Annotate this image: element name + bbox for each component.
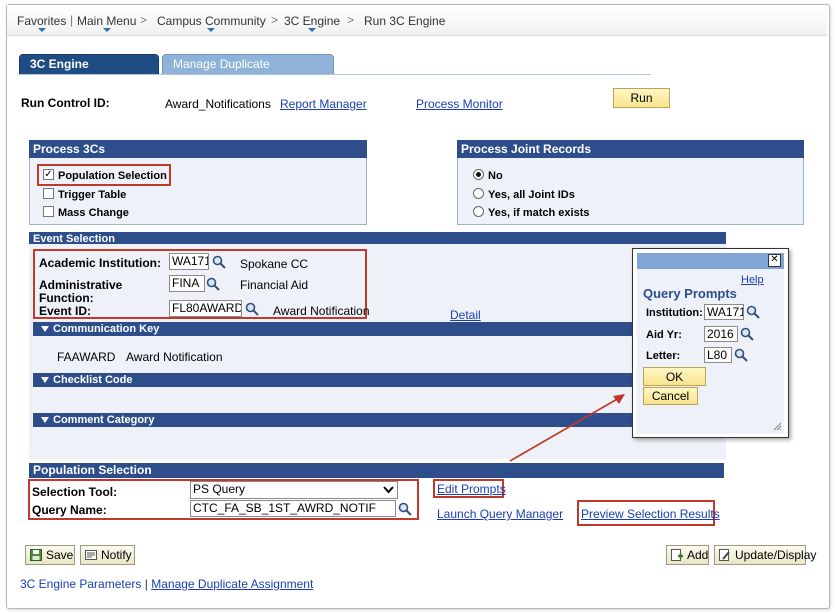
query-prompts-dialog: ✕ Help Query Prompts Institution: WA171 … xyxy=(632,248,789,438)
query-name-label: Query Name: xyxy=(32,503,107,517)
breadcrumb-favorites[interactable]: Favorites xyxy=(17,14,66,32)
breadcrumb-separator: > xyxy=(140,13,148,27)
notify-icon xyxy=(85,550,97,560)
cancel-button[interactable]: Cancel xyxy=(643,387,698,405)
prompt-letter-label: Letter: xyxy=(646,350,681,362)
add-button[interactable]: Add xyxy=(666,545,709,565)
chevron-down-icon xyxy=(41,417,49,423)
save-icon xyxy=(30,549,42,561)
checklist-code-header[interactable]: Checklist Code xyxy=(33,373,633,387)
search-icon[interactable] xyxy=(206,277,220,291)
annotation-arrow xyxy=(509,394,625,462)
notify-button[interactable]: Notify xyxy=(80,545,135,565)
breadcrumb-separator: > xyxy=(347,13,355,27)
add-icon xyxy=(671,549,683,561)
breadcrumb-campus-community[interactable]: Campus Community xyxy=(157,14,266,32)
communication-key-header[interactable]: Communication Key xyxy=(33,322,633,336)
selection-tool-label: Selection Tool: xyxy=(32,485,118,499)
joint-match-radio[interactable] xyxy=(473,206,484,217)
search-icon[interactable] xyxy=(398,502,412,516)
chevron-down-icon xyxy=(41,377,49,383)
admin-function-label-2: Function: xyxy=(39,291,94,305)
footer-nav: 3C Engine Parameters | Manage Duplicate … xyxy=(20,577,313,591)
population-selection-header: Population Selection xyxy=(29,463,724,478)
joint-no-label: No xyxy=(488,170,503,182)
process-3cs-header: Process 3Cs xyxy=(29,140,367,158)
population-selection-checkbox[interactable]: ✓ xyxy=(43,169,54,180)
help-link[interactable]: Help xyxy=(741,274,764,286)
chevron-down-icon xyxy=(383,486,394,494)
search-icon[interactable] xyxy=(734,348,748,362)
chevron-down-icon xyxy=(308,28,317,32)
prompt-aid-yr-input[interactable]: 2016 xyxy=(704,326,738,342)
breadcrumb-separator: > xyxy=(271,13,279,27)
chevron-down-icon xyxy=(37,28,46,32)
edit-prompts-link[interactable]: Edit Prompts xyxy=(437,482,506,496)
trigger-table-checkbox[interactable] xyxy=(43,188,54,199)
joint-all-ids-label: Yes, all Joint IDs xyxy=(488,189,575,201)
joint-all-ids-radio[interactable] xyxy=(473,188,484,199)
footer-tab-manage-duplicate-assignment[interactable]: Manage Duplicate Assignment xyxy=(151,577,313,591)
chevron-down-icon xyxy=(207,28,216,32)
academic-institution-label: Academic Institution: xyxy=(39,256,162,270)
query-name-input[interactable]: CTC_FA_SB_1ST_AWRD_NOTIF xyxy=(190,500,396,517)
joint-records-header: Process Joint Records xyxy=(457,140,804,158)
search-icon[interactable] xyxy=(746,305,760,319)
query-prompts-body: Help Query Prompts Institution: WA171 Ai… xyxy=(637,269,784,434)
search-icon[interactable] xyxy=(212,255,226,269)
communication-key-desc: Award Notification xyxy=(126,350,223,364)
chevron-down-icon xyxy=(41,326,49,332)
query-prompts-titlebar: ✕ xyxy=(637,253,784,269)
search-icon[interactable] xyxy=(245,302,259,316)
launch-query-manager-link[interactable]: Launch Query Manager xyxy=(437,507,563,521)
save-button[interactable]: Save xyxy=(25,545,75,565)
prompt-institution-input[interactable]: WA171 xyxy=(704,304,744,320)
event-id-desc: Award Notification xyxy=(273,304,370,318)
chevron-down-icon xyxy=(102,28,111,32)
detail-link[interactable]: Detail xyxy=(450,308,481,322)
run-control-value: Award_Notifications xyxy=(165,97,271,111)
joint-match-label: Yes, if match exists xyxy=(488,207,590,219)
resize-grip-icon[interactable] xyxy=(773,422,782,431)
academic-institution-input[interactable]: WA171 xyxy=(169,253,209,270)
event-id-label: Event ID: xyxy=(39,304,92,318)
report-manager-link[interactable]: Report Manager xyxy=(280,97,367,111)
breadcrumb-main-menu[interactable]: Main Menu xyxy=(77,14,136,32)
prompt-institution-label: Institution: xyxy=(646,307,703,319)
update-display-icon xyxy=(719,549,730,561)
mass-change-checkbox[interactable] xyxy=(43,206,54,217)
selection-tool-select[interactable]: PS Query xyxy=(190,481,398,499)
admin-function-label: Administrative xyxy=(39,278,123,292)
query-prompts-title: Query Prompts xyxy=(643,286,737,301)
tab-3c-engine-parameters[interactable]: 3C Engine Parameters xyxy=(19,54,159,90)
breadcrumb-run-3c-engine: Run 3C Engine xyxy=(364,14,446,28)
footer-separator: | xyxy=(144,577,148,591)
run-control-label: Run Control ID: xyxy=(21,96,110,110)
admin-function-input[interactable]: FINA xyxy=(169,275,205,292)
admin-function-desc: Financial Aid xyxy=(240,278,309,292)
event-id-input[interactable]: FL80AWARD xyxy=(169,300,242,317)
breadcrumb-separator: | xyxy=(70,13,74,27)
breadcrumb-3c-engine[interactable]: 3C Engine xyxy=(284,14,340,32)
prompt-letter-input[interactable]: L80 xyxy=(704,347,732,363)
update-display-button[interactable]: Update/Display xyxy=(714,545,816,565)
tab-divider xyxy=(19,74,651,75)
preview-selection-results-link[interactable]: Preview Selection Results xyxy=(581,507,720,521)
mass-change-label: Mass Change xyxy=(58,207,129,219)
process-monitor-link[interactable]: Process Monitor xyxy=(416,97,503,111)
run-button[interactable]: Run xyxy=(613,88,670,108)
trigger-table-label: Trigger Table xyxy=(58,189,127,201)
population-selection-label: Population Selection xyxy=(58,170,167,182)
tab-manage-duplicate-assignment[interactable]: Manage Duplicate Assignment xyxy=(162,54,334,90)
breadcrumb: Favorites | Main Menu > Campus Community… xyxy=(7,5,827,36)
prompt-aid-yr-label: Aid Yr: xyxy=(646,329,682,341)
joint-no-radio[interactable] xyxy=(473,169,484,180)
search-icon[interactable] xyxy=(740,327,754,341)
close-icon[interactable]: ✕ xyxy=(768,254,781,267)
communication-key-code: FAAWARD xyxy=(57,350,116,364)
footer-tab-3c-engine-parameters[interactable]: 3C Engine Parameters xyxy=(20,577,141,591)
ok-button[interactable]: OK xyxy=(643,367,706,386)
academic-institution-desc: Spokane CC xyxy=(240,257,309,271)
